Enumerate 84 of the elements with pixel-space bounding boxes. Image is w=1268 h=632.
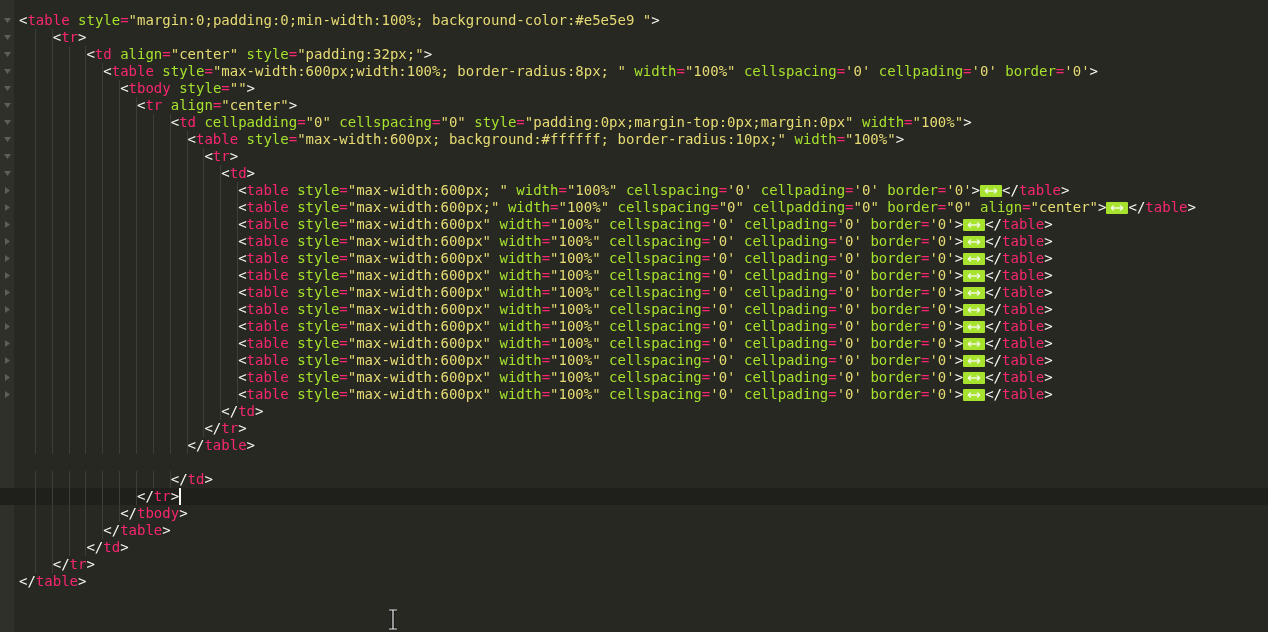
fold-marker-icon[interactable] [963,303,986,316]
fold-marker-icon[interactable] [963,388,986,401]
fold-arrow-icon[interactable] [4,153,11,160]
fold-marker-icon[interactable] [963,269,986,282]
fold-marker-icon[interactable] [1106,201,1129,214]
code-text: <tr> [204,148,239,165]
fold-arrow-icon[interactable] [4,187,11,194]
code-text: <table style="max-width:600px" width="100%" cellspacing='0' cellpading='0' border='0'> [238,250,964,267]
fold-arrow-icon[interactable] [4,68,11,75]
code-text: <table style="max-width:600px" width="100%" cellspacing='0' cellpading='0' border='0'> [238,369,964,386]
code-text: <td cellpadding="0" cellspacing="0" style="padding:0px;margin-top:0px;margin:0px" width="100%"> [170,114,972,131]
code-text: </table> [985,284,1053,301]
code-text: </table> [1002,182,1070,199]
code-text: </table> [985,318,1053,335]
code-text: <table style="max-width:600px;width:100%; border-radius:8px; " width="100%" cellspacing='0' cellpading='0' border='0'> [103,63,1099,80]
code-text: <table style="max-width:600px;" width="100%" cellspacing="0" cellpadding="0" border="0" align="center"> [238,199,1107,216]
code-text: <table style="max-width:600px" width="100%" cellspacing='0' cellpading='0' border='0'> [238,318,964,335]
code-text: </table> [985,386,1053,403]
code-text: </table> [985,250,1053,267]
code-text: </table> [985,301,1053,318]
code-text: <td align="center" style="padding:32px;"> [86,46,433,63]
fold-arrow-icon[interactable] [4,357,11,364]
code-text: <tr align="center"> [137,97,298,114]
code-text: <table style="max-width:600px" width="100%" cellspacing='0' cellpading='0' border='0'> [238,233,964,250]
code-text: <table style="max-width:600px" width="100%" cellspacing='0' cellpading='0' border='0'> [238,216,964,233]
fold-arrow-icon[interactable] [4,204,11,211]
code-text: </tbody> [120,505,188,522]
code-text: <table style="max-width:600px" width="100%" cellspacing='0' cellpading='0' border='0'> [238,352,964,369]
code-text: </table> [985,335,1053,352]
code-text: </table> [985,369,1053,386]
code-text: </td> [221,403,264,420]
fold-marker-icon[interactable] [980,184,1003,197]
code-text: <table style="margin:0;padding:0;min-width:100%; background-color:#e5e5e9 "> [19,12,660,29]
fold-arrow-icon[interactable] [4,119,11,126]
code-text: </td> [86,539,129,556]
fold-arrow-icon[interactable] [4,136,11,143]
fold-arrow-icon[interactable] [4,221,11,228]
code-text: <table style="max-width:600px" width="100%" cellspacing='0' cellpading='0' border='0'> [238,386,964,403]
fold-arrow-icon[interactable] [4,255,11,262]
fold-marker-icon[interactable] [963,371,986,384]
fold-arrow-icon[interactable] [4,170,11,177]
code-text: <table style="max-width:600px" width="100%" cellspacing='0' cellpading='0' border='0'> [238,335,964,352]
code-text: </table> [103,522,171,539]
fold-arrow-icon[interactable] [4,34,11,41]
fold-arrow-icon[interactable] [4,102,11,109]
code-text: </table> [985,216,1053,233]
code-text: <table style="max-width:600px; " width="100%" cellspacing='0' cellpading='0' border='0'> [238,182,981,199]
text-cursor-icon [388,609,398,630]
fold-marker-icon[interactable] [963,286,986,299]
code-text: </table> [19,573,87,590]
fold-arrow-icon[interactable] [4,340,11,347]
code-text: <table style="max-width:600px; background:#ffffff; border-radius:10px;" width="100%"> [187,131,905,148]
code-text: <table style="max-width:600px" width="100%" cellspacing='0' cellpading='0' border='0'> [238,267,964,284]
code-text: <tr> [52,29,87,46]
code-text: </table> [985,352,1053,369]
text-caret [179,488,182,505]
fold-arrow-icon[interactable] [4,391,11,398]
code-text: </tr> [137,488,180,505]
code-text: </tr> [52,556,95,573]
fold-marker-icon[interactable] [963,337,986,350]
fold-arrow-icon[interactable] [4,17,11,24]
fold-arrow-icon[interactable] [4,323,11,330]
fold-marker-icon[interactable] [963,218,986,231]
code-text: </table> [985,233,1053,250]
code-text: <table style="max-width:600px" width="100%" cellspacing='0' cellpading='0' border='0'> [238,301,964,318]
fold-arrow-icon[interactable] [4,374,11,381]
fold-marker-icon[interactable] [963,235,986,248]
fold-arrow-icon[interactable] [4,238,11,245]
fold-arrow-icon[interactable] [4,289,11,296]
code-text: <td> [221,165,255,182]
code-text: </tr> [204,420,247,437]
code-text: </table> [985,267,1053,284]
fold-arrow-icon[interactable] [4,51,11,58]
fold-arrow-icon[interactable] [4,306,11,313]
fold-marker-icon[interactable] [963,354,986,367]
code-text: </td> [170,471,213,488]
fold-arrow-icon[interactable] [4,85,11,92]
code-text: </table> [1128,199,1196,216]
fold-arrow-icon[interactable] [4,272,11,279]
code-text: </table> [187,437,255,454]
fold-marker-icon[interactable] [963,320,986,333]
code-text: <table style="max-width:600px" width="100%" cellspacing='0' cellpading='0' border='0'> [238,284,964,301]
code-text: <tbody style=""> [120,80,256,97]
fold-marker-icon[interactable] [963,252,986,265]
